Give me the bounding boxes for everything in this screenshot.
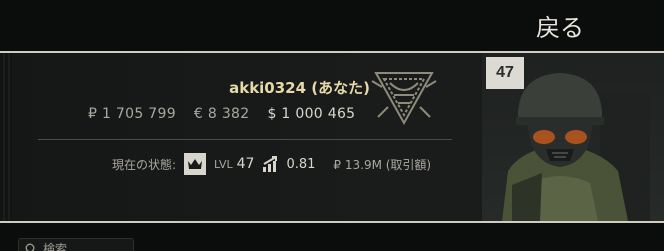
section-divider [38, 139, 452, 140]
search-field[interactable] [18, 238, 134, 251]
player-nickname: akki0324 (あなた) [229, 79, 370, 97]
level-badge: 47 [486, 57, 524, 89]
rouble-balance: ₽ 1 705 799 [88, 106, 176, 122]
trade-volume: ₽ 13.9M (取引額) [333, 157, 432, 172]
euro-balance: € 8 382 [193, 106, 250, 122]
player-character-portrait: 47 [482, 53, 664, 221]
level-value: 47 [236, 156, 255, 172]
player-profile-card: akki0324 (あなた) ₽ 1 705 799 € 8 382 $ 1 0… [0, 51, 664, 223]
currency-balances: ₽ 1 705 799 € 8 382 $ 1 000 465 [88, 106, 355, 122]
crown-icon [184, 153, 207, 175]
search-input[interactable] [43, 242, 123, 251]
search-icon [25, 243, 35, 251]
status-label: 現在の状態: [112, 157, 177, 172]
kill-death-ratio: 0.81 [286, 156, 316, 172]
back-button[interactable]: 戻る [520, 10, 600, 46]
kill-death-ratio-icon [263, 156, 278, 172]
dollar-balance: $ 1 000 465 [267, 106, 356, 122]
player-status-row: 現在の状態: LVL 47 0.81 ₽ 13.9M (取引額) [112, 152, 431, 176]
card-edge-texture [0, 53, 12, 221]
level-label: LVL [214, 157, 233, 171]
faction-emblem-icon [371, 72, 437, 126]
